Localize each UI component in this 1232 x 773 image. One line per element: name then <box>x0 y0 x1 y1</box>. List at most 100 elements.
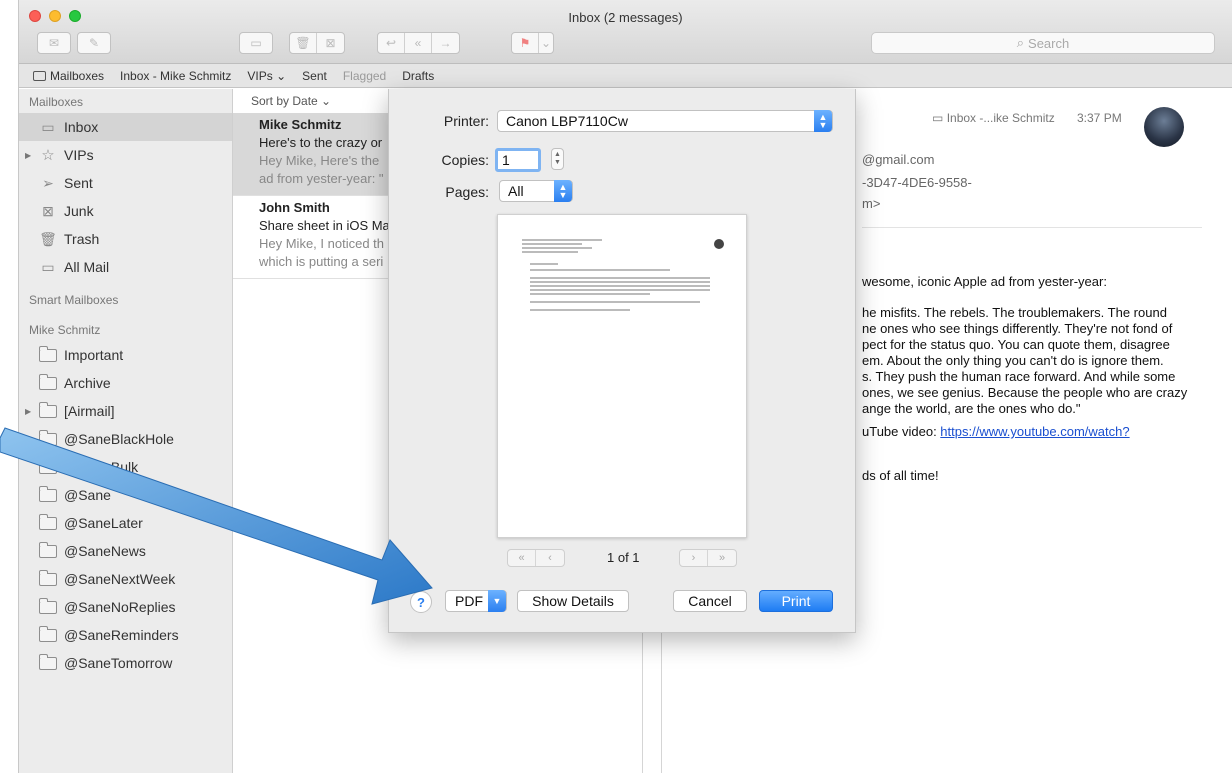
body-line: wesome, iconic Apple ad from yester-year… <box>862 274 1107 289</box>
sidebar-folder[interactable]: @SaneLater <box>19 509 232 537</box>
sidebar-folder[interactable]: ▶ [Airmail] <box>19 397 232 425</box>
last-page-button[interactable]: » <box>708 550 736 566</box>
folder-icon <box>38 513 57 530</box>
favorites-flagged[interactable]: Flagged <box>343 69 386 83</box>
favorites-sent[interactable]: Sent <box>302 69 327 83</box>
search-field[interactable]: ⌕ Search <box>871 32 1215 54</box>
preview-forward-controls: › » <box>679 549 737 567</box>
body-line: ds of all time! <box>862 468 939 483</box>
sidebar-folder[interactable]: @SaneBulk <box>19 453 232 481</box>
sidebar-item-vips[interactable]: ▶ ☆ VIPs <box>19 141 232 169</box>
reply-group: ↩ « → <box>377 32 460 54</box>
folder-icon <box>38 541 57 558</box>
body-line: ne ones who see things differently. They… <box>862 321 1173 336</box>
sidebar-folder[interactable]: @SaneBlackHole <box>19 425 232 453</box>
disclosure-triangle-icon[interactable]: ▶ <box>25 407 31 416</box>
page-indicator: 1 of 1 <box>607 550 640 565</box>
disclosure-triangle-icon[interactable]: ▶ <box>25 151 31 160</box>
search-icon: ⌕ <box>1016 35 1025 50</box>
help-button[interactable]: ? <box>410 591 432 613</box>
sidebar-folder[interactable]: @SaneNews <box>19 537 232 565</box>
folder-icon <box>38 569 57 586</box>
next-page-button[interactable]: › <box>680 550 708 566</box>
paper-plane-icon: ➢ <box>42 174 54 191</box>
archive-button[interactable]: ▭ <box>239 32 273 54</box>
compose-button[interactable]: ✎ <box>77 32 111 54</box>
show-details-button[interactable]: Show Details <box>517 590 629 612</box>
sidebar-section-mailboxes: Mailboxes <box>29 95 84 109</box>
pages-label: Pages: <box>445 184 489 200</box>
junk-button[interactable]: ⊠ <box>317 33 344 53</box>
body-line: he misfits. The rebels. The troublemaker… <box>862 305 1167 320</box>
favorites-drafts[interactable]: Drafts <box>402 69 434 83</box>
sidebar-item-all-mail[interactable]: ▭ All Mail <box>19 253 232 281</box>
sidebar-folder[interactable]: Important <box>19 341 232 369</box>
trash-button[interactable]: 🗑 <box>290 33 317 53</box>
folder-icon <box>38 653 57 670</box>
folder-icon <box>38 625 57 642</box>
sidebar-section-smart: Smart Mailboxes <box>29 293 119 307</box>
cancel-button[interactable]: Cancel <box>673 590 747 612</box>
folder-icon <box>38 373 57 390</box>
sidebar-item-inbox[interactable]: ▭ Inbox <box>19 113 232 141</box>
stepper-up-icon[interactable]: ▲ <box>554 151 561 159</box>
select-arrows-icon: ▲ ▼ <box>554 180 572 202</box>
preview-back-controls: « ‹ <box>507 549 565 567</box>
sidebar-folder[interactable]: Archive <box>19 369 232 397</box>
print-button[interactable]: Print <box>759 590 833 612</box>
sidebar-item-sent[interactable]: ➢ Sent <box>19 169 232 197</box>
avatar <box>1144 107 1184 147</box>
forward-button[interactable]: → <box>432 33 459 53</box>
sidebar-folder[interactable]: @SaneReminders <box>19 621 232 649</box>
select-arrows-icon: ▲ ▼ <box>814 110 832 132</box>
folder-icon <box>38 457 57 474</box>
stepper-down-icon[interactable]: ▼ <box>554 159 561 167</box>
body-line: ange the world, are the ones who do." <box>862 401 1081 416</box>
copies-stepper[interactable]: ▲ ▼ <box>551 148 564 170</box>
print-preview-page <box>497 214 747 538</box>
reply-all-button[interactable]: « <box>405 33 432 53</box>
header-line: -3D47-4DE6-9558- <box>862 175 972 190</box>
junk-icon: ⊠ <box>42 202 54 219</box>
favorites-vips[interactable]: VIPs ⌄ <box>247 69 286 83</box>
inbox-icon: ▭ <box>41 118 55 135</box>
window-title: Inbox (2 messages) <box>568 10 683 25</box>
delete-junk-group: 🗑 ⊠ <box>289 32 345 54</box>
sidebar-item-trash[interactable]: 🗑 Trash <box>19 225 232 253</box>
archive-box-icon: ▭ <box>41 258 55 275</box>
printer-select[interactable]: Canon LBP7110Cw ▲ ▼ <box>497 110 833 132</box>
reply-button[interactable]: ↩ <box>378 33 405 53</box>
body-line: em. About the only thing you can't do is… <box>862 353 1164 368</box>
printer-label: Printer: <box>443 113 489 129</box>
get-mail-button[interactable]: ✉ <box>37 32 71 54</box>
chevron-down-icon: ▼ <box>488 590 506 612</box>
first-page-button[interactable]: « <box>508 550 536 566</box>
sidebar-folder[interactable]: @SaneNextWeek <box>19 565 232 593</box>
flag-menu-chevron-icon[interactable]: ⌄ <box>539 33 553 53</box>
favorites-mailboxes-button[interactable]: Mailboxes <box>33 69 104 83</box>
favorites-inbox[interactable]: Inbox - Mike Schmitz <box>120 69 231 83</box>
chevron-down-icon: ⌄ <box>276 68 287 83</box>
star-icon: ☆ <box>41 147 55 164</box>
body-line: ones, we see genius. Because the people … <box>862 385 1188 400</box>
pdf-menu-button[interactable]: PDF ▼ <box>445 590 507 612</box>
youtube-link[interactable]: https://www.youtube.com/watch? <box>940 424 1129 439</box>
titlebar: Inbox (2 messages) ✉ ✎ ▭ 🗑 ⊠ ↩ « → ⚑ ⌄ ⌕… <box>19 0 1232 64</box>
folder-icon <box>38 401 57 418</box>
message-time: 3:37 PM <box>1077 111 1122 125</box>
copies-input[interactable]: 1 <box>495 148 541 172</box>
compose-icon: ✎ <box>88 36 100 50</box>
sidebar-folder[interactable]: @Sane <box>19 481 232 509</box>
pages-select[interactable]: All ▲ ▼ <box>499 180 573 202</box>
sidebar-item-junk[interactable]: ⊠ Junk <box>19 197 232 225</box>
previous-page-button[interactable]: ‹ <box>536 550 564 566</box>
folder-icon <box>38 485 57 502</box>
sidebar-folder[interactable]: @SaneTomorrow <box>19 649 232 677</box>
message-mailbox-tag[interactable]: ▭ Inbox -...ike Schmitz <box>932 111 1055 125</box>
folder-icon <box>38 429 57 446</box>
flag-button[interactable]: ⚑ <box>512 33 539 53</box>
print-dialog: Printer: Canon LBP7110Cw ▲ ▼ Copies: 1 ▲ ▼… <box>388 89 856 633</box>
preview-avatar <box>714 239 724 249</box>
sidebar-folder[interactable]: @SaneNoReplies <box>19 593 232 621</box>
header-divider <box>862 227 1202 228</box>
